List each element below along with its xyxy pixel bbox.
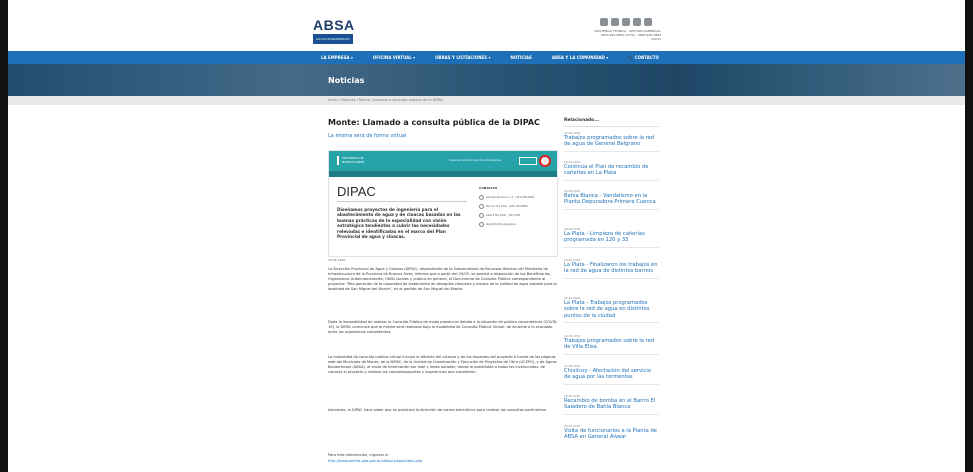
- social-links: [600, 18, 652, 26]
- related-item[interactable]: 22-05-2020 Trabajos programados sobre la …: [564, 334, 659, 355]
- logo-subtitle: AGUAS BONAERENSES S.A.: [313, 34, 353, 51]
- breadcrumb-text[interactable]: Inicio / Noticias / Monte: Llamado a con…: [328, 98, 443, 102]
- nav-item-comunidad[interactable]: ABSA Y LA COMUNIDAD ▾: [552, 55, 628, 60]
- related-item[interactable]: 21-05-2020 Chivilcoy - Afectación del ser…: [564, 364, 659, 385]
- doc-button: [519, 157, 537, 165]
- facebook-icon[interactable]: [600, 18, 608, 26]
- nav-item-obras[interactable]: OBRAS Y LICITACIONES ▾: [435, 55, 510, 60]
- related-divider: [564, 126, 659, 127]
- doc-contact-row: Horario: 8 a 14hs · (221) 429-5800: [479, 204, 528, 209]
- related-title: Relacionado...: [564, 118, 600, 123]
- doc-brand: PROVINCIA DE BUENOS AIRES: [337, 156, 377, 165]
- related-item[interactable]: 27-05-2020 Trabajos programados sobre la …: [564, 131, 659, 152]
- doc-contact-heading: CONTACTO: [479, 186, 498, 190]
- logo-text: ABSA: [313, 17, 355, 33]
- nav-item-contacto[interactable]: 📞 CONTACTO: [628, 55, 679, 60]
- dipac-screenshot-image: PROVINCIA DE BUENOS AIRES Áreas de Gobie…: [328, 150, 558, 257]
- related-item[interactable]: 20-05-2020 Recambio de bomba en el Barrio…: [564, 394, 659, 415]
- clock-icon: [479, 213, 484, 218]
- location-icon: [479, 195, 484, 200]
- mail-icon: [479, 222, 484, 227]
- related-item[interactable]: 26-05-2020 Continúa el Plan de recambio d…: [564, 160, 659, 181]
- article-paragraph: La modalidad de consulta pública virtual…: [328, 355, 557, 374]
- main-nav: LA EMPRESA ▾ OFICINA VIRTUAL ▾ OBRAS Y L…: [8, 51, 965, 64]
- more-info-text: Para más información, ingresar a:: [328, 453, 389, 457]
- nav-item-oficina-virtual[interactable]: OFICINA VIRTUAL ▾: [373, 55, 435, 60]
- banner-title: Noticias: [328, 76, 365, 85]
- web-page: ABSA AGUAS BONAERENSES S.A. ASISTENCIA T…: [8, 5, 965, 472]
- header-contact: ASISTENCIA TÉCNICA · GESTIÓN COMERCIAL 0…: [591, 29, 661, 41]
- related-item[interactable]: 22-05-2020 La Plata - Trabajos programado…: [564, 296, 659, 324]
- article-paragraph: La Dirección Provincial de Agua y Cloaca…: [328, 267, 557, 291]
- article-paragraph: Dada la imposibilidad de realizar la Con…: [328, 320, 558, 334]
- article-paragraph: Asimismo, la DIPAC hace saber que se pub…: [328, 408, 547, 412]
- article-date: 18-05-2020: [328, 258, 346, 262]
- doc-description: Diseñamos proyectos de ingeniería para e…: [337, 207, 461, 240]
- page-banner: Noticias: [8, 64, 965, 96]
- youtube-icon[interactable]: [633, 18, 641, 26]
- related-item[interactable]: 26-05-2020 La Plata - Finalizaron los tra…: [564, 258, 659, 279]
- doc-contact-row: Calle 2 Nro 1000 · (221) 000: [479, 213, 520, 218]
- article-subtitle: La misma será de forma virtual: [328, 133, 407, 139]
- doc-divider: [337, 201, 467, 202]
- doc-seal-icon: [539, 155, 551, 167]
- nav-item-la-empresa[interactable]: LA EMPRESA ▾: [321, 55, 373, 60]
- nav-item-noticias[interactable]: NOTICIAS: [511, 55, 552, 60]
- related-item[interactable]: 26-05-2020 La Plata - Limpieza de cañería…: [564, 227, 659, 248]
- more-info-link[interactable]: http://www.minfra.gba.gov.ar/sitios/ucep…: [328, 459, 558, 464]
- doc-strip: [329, 171, 557, 177]
- twitter-icon[interactable]: [611, 18, 619, 26]
- screen-right-border: [965, 0, 973, 472]
- linkedin-icon[interactable]: [644, 18, 652, 26]
- contact-line-2: 0800-999-4884 (2272) · 0800-999-4884 (22…: [600, 33, 661, 41]
- doc-links: Áreas de Gobierno Servicios Novedades: [449, 159, 501, 162]
- doc-header-bar: PROVINCIA DE BUENOS AIRES Áreas de Gobie…: [329, 151, 557, 171]
- phone-icon: [479, 204, 484, 209]
- doc-contact-row: Avenida 44 entre 1 y 2 · (221) 000-0000: [479, 195, 534, 200]
- doc-contact-row: dipac@minfra.gba.gob.ar: [479, 222, 516, 227]
- doc-heading: DIPAC: [337, 184, 376, 199]
- article-title: Monte: Llamado a consulta pública de la …: [328, 118, 540, 127]
- site-header: ABSA AGUAS BONAERENSES S.A. ASISTENCIA T…: [8, 5, 965, 51]
- screen-left-border: [0, 0, 8, 472]
- absa-logo[interactable]: ABSA AGUAS BONAERENSES S.A.: [313, 17, 355, 51]
- breadcrumb: Inicio / Noticias / Monte: Llamado a con…: [8, 96, 965, 105]
- related-item[interactable]: 20-05-2020 Visita de funcionarios a la Pl…: [564, 424, 659, 441]
- related-item[interactable]: 26-05-2020 Bahía Blanca - Vandalismo en l…: [564, 189, 659, 210]
- instagram-icon[interactable]: [622, 18, 630, 26]
